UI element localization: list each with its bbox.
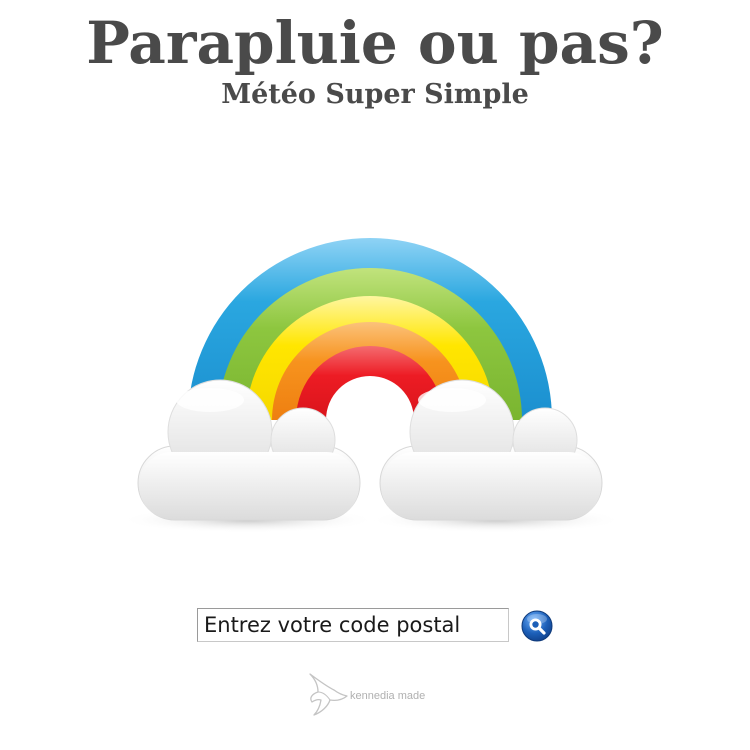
search-button[interactable] <box>521 610 553 642</box>
page: Parapluie ou pas? Météo Super Simple Ent… <box>0 0 750 750</box>
credit-text: kennedia made <box>350 690 426 702</box>
magnifier-icon <box>521 610 553 642</box>
credit-badge[interactable]: kennedia made <box>306 670 446 718</box>
bird-icon <box>309 673 348 716</box>
postal-code-input[interactable] <box>197 608 509 642</box>
